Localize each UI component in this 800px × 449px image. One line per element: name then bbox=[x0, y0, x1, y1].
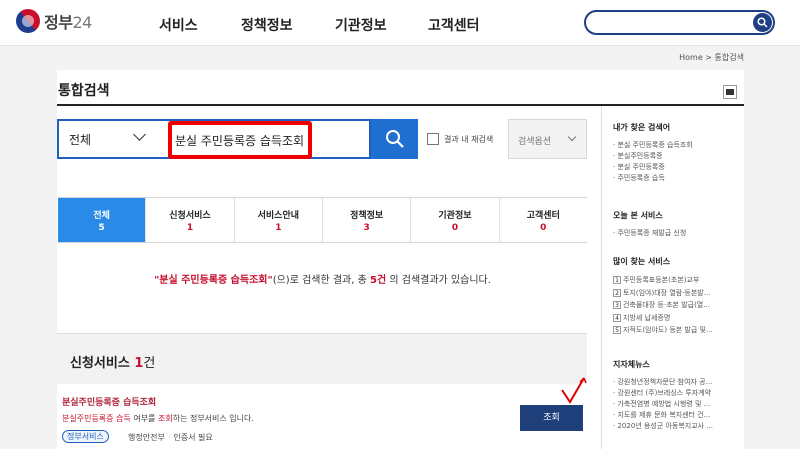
tab-apply-services[interactable]: 신청서비스 1 bbox=[146, 198, 235, 242]
local-news-item[interactable]: · 강원센터 (주)브레싱스 투자계약 bbox=[613, 388, 743, 399]
result-text-end: 의 검색결과가 있습니다. bbox=[389, 275, 491, 286]
red-checkmark-annotation bbox=[561, 377, 587, 404]
logo-text: 정부 bbox=[44, 13, 73, 32]
nav-services[interactable]: 서비스 bbox=[159, 15, 198, 35]
tab-label: 고객센터 bbox=[526, 211, 560, 221]
result-item-title[interactable]: 분실주민등록증 습득조회 bbox=[62, 395, 156, 408]
service-type-badge: 정부서비스 bbox=[62, 430, 109, 443]
gov24-logo[interactable]: 정부24 bbox=[16, 9, 92, 33]
desc-text: 여부를 bbox=[130, 414, 158, 423]
local-news-item[interactable]: · 강원청년정책자문단 참여자 공... bbox=[613, 377, 743, 388]
tab-label: 기관정보 bbox=[438, 211, 472, 221]
chevron-down-icon[interactable] bbox=[133, 128, 146, 141]
local-news-title: 지자체뉴스 bbox=[613, 360, 650, 369]
search-within-label[interactable]: 결과 내 재검색 bbox=[444, 134, 493, 145]
popular-service-item[interactable]: 4 지방세 납세증명 bbox=[613, 312, 743, 325]
lookup-button[interactable]: 조회 bbox=[520, 405, 583, 431]
today-viewed-title: 오늘 본 서비스 bbox=[613, 211, 663, 220]
desc-text-2: 하는 정부서비스 입니다. bbox=[172, 414, 254, 423]
result-keyword: "분실 주민등록증 습득조회" bbox=[154, 275, 273, 286]
auth-requirement: 인증서 필요 bbox=[173, 433, 213, 442]
local-news-item[interactable]: · 지도를 제휴 문화 복지센터 건... bbox=[613, 410, 743, 421]
result-item-meta: 행정안전부 · 인증서 필요 bbox=[128, 433, 213, 442]
tab-count: 5 bbox=[98, 223, 105, 233]
agency-name: 행정안전부 bbox=[128, 433, 165, 442]
sidebar-divider bbox=[601, 106, 602, 449]
result-summary: "분실 주민등록증 습득조회"(으)로 검색한 결과, 총 5건 의 검색결과가… bbox=[0, 271, 645, 286]
popular-services-panel: 많이 찾는 서비스 1 주민등록표등본(초본)교부 2 토지(임야)대장 열람·등본… bbox=[613, 256, 743, 337]
nav-customer-center[interactable]: 고객센터 bbox=[428, 15, 480, 35]
tab-label: 신청서비스 bbox=[169, 211, 211, 221]
my-search-item[interactable]: · 분실 주민등록증 습득조회 bbox=[613, 140, 743, 151]
popular-service-item[interactable]: 2 토지(임야)대장 열람·등본발... bbox=[613, 287, 743, 300]
search-within-checkbox[interactable] bbox=[427, 133, 439, 145]
local-news-panel: 지자체뉴스 · 강원청년정책자문단 참여자 공... · 강원센터 (주)브레싱… bbox=[613, 359, 743, 432]
page-title: 통합검색 bbox=[58, 83, 110, 99]
taeguk-logo-icon bbox=[16, 9, 40, 33]
search-options-button[interactable]: 검색옵션 bbox=[508, 119, 587, 159]
tab-count: 1 bbox=[275, 223, 282, 233]
search-button[interactable] bbox=[371, 119, 418, 159]
my-search-item[interactable]: · 주민등록증 습득 bbox=[613, 173, 743, 184]
logo-number: 24 bbox=[72, 13, 92, 32]
tab-customer-center[interactable]: 고객센터 0 bbox=[500, 198, 587, 242]
section-title-label: 신청서비스 bbox=[70, 356, 130, 371]
my-search-item[interactable]: · 분실주민등록증 bbox=[613, 151, 743, 162]
section-title: 신청서비스 1건 bbox=[70, 352, 155, 371]
tab-label: 전체 bbox=[93, 211, 110, 221]
tab-label: 정책정보 bbox=[350, 211, 384, 221]
tab-count: 3 bbox=[363, 223, 370, 233]
popular-service-item[interactable]: 1 주민등록표등본(초본)교부 bbox=[613, 274, 743, 287]
popular-service-item[interactable]: 5 지적도(임야도) 등본 발급 및... bbox=[613, 324, 743, 337]
search-icon bbox=[757, 17, 768, 28]
nav-agency[interactable]: 기관정보 bbox=[335, 15, 387, 35]
tab-all[interactable]: 전체 5 bbox=[58, 198, 147, 242]
desc-highlight: 분실주민등록증 습득 bbox=[62, 414, 131, 423]
tab-agency-info[interactable]: 기관정보 0 bbox=[411, 198, 500, 242]
tab-count: 0 bbox=[540, 223, 547, 233]
result-text: (으)로 검색한 결과, 총 bbox=[272, 275, 367, 286]
search-icon bbox=[386, 130, 404, 148]
header-search-input[interactable] bbox=[584, 10, 775, 35]
tab-policy-info[interactable]: 정책정보 3 bbox=[323, 198, 412, 242]
search-input[interactable]: 분실 주민등록증 습득조회 bbox=[175, 132, 304, 149]
nav-policy[interactable]: 정책정보 bbox=[241, 15, 293, 35]
tab-label: 서비스안내 bbox=[257, 211, 300, 221]
title-divider bbox=[57, 104, 744, 106]
result-item-description: 분실주민등록증 습득 여부를 조회하는 정부서비스 입니다. bbox=[62, 413, 254, 424]
search-options-label: 검색옵션 bbox=[518, 137, 552, 147]
my-search-item[interactable]: · 분실 주민등록증 bbox=[613, 162, 743, 173]
search-scope-select[interactable]: 전체 bbox=[69, 131, 91, 148]
tab-count: 0 bbox=[451, 223, 459, 233]
local-news-item[interactable]: · 가축전염병 예방법 시행령 및 ... bbox=[613, 399, 743, 410]
result-total: 5건 bbox=[370, 275, 387, 286]
today-viewed-item[interactable]: · 주민등록증 재발급 신청 bbox=[613, 228, 743, 239]
chevron-down-icon bbox=[567, 132, 577, 142]
category-tabs: 전체 5 신청서비스 1 서비스안내 1 정책정보 3 기관정보 0 고객센터 0 bbox=[58, 197, 587, 243]
desc-highlight-2: 조회 bbox=[157, 414, 173, 423]
tab-service-guide[interactable]: 서비스안내 1 bbox=[235, 198, 323, 242]
my-searches-title: 내가 찾은 검색어 bbox=[613, 123, 671, 132]
tab-count: 1 bbox=[186, 223, 194, 233]
popular-service-item[interactable]: 3 건축물대장 등·초본 발급(열... bbox=[613, 299, 743, 312]
print-icon[interactable] bbox=[723, 85, 737, 99]
header-search-button[interactable] bbox=[753, 13, 772, 32]
section-count-unit: 건 bbox=[143, 356, 156, 371]
popular-services-title: 많이 찾는 서비스 bbox=[613, 257, 671, 266]
local-news-item[interactable]: · 2020년 용성군 아동복지교사 ... bbox=[613, 421, 743, 432]
my-searches-panel: 내가 찾은 검색어 · 분실 주민등록증 습득조회 · 분실주민등록증 · 분실… bbox=[613, 122, 743, 184]
breadcrumb: Home > 통합검색 bbox=[679, 53, 744, 62]
today-viewed-panel: 오늘 본 서비스 · 주민등록증 재발급 신청 bbox=[613, 210, 743, 239]
top-header: 정부24 서비스 정책정보 기관정보 고객센터 bbox=[0, 0, 800, 46]
